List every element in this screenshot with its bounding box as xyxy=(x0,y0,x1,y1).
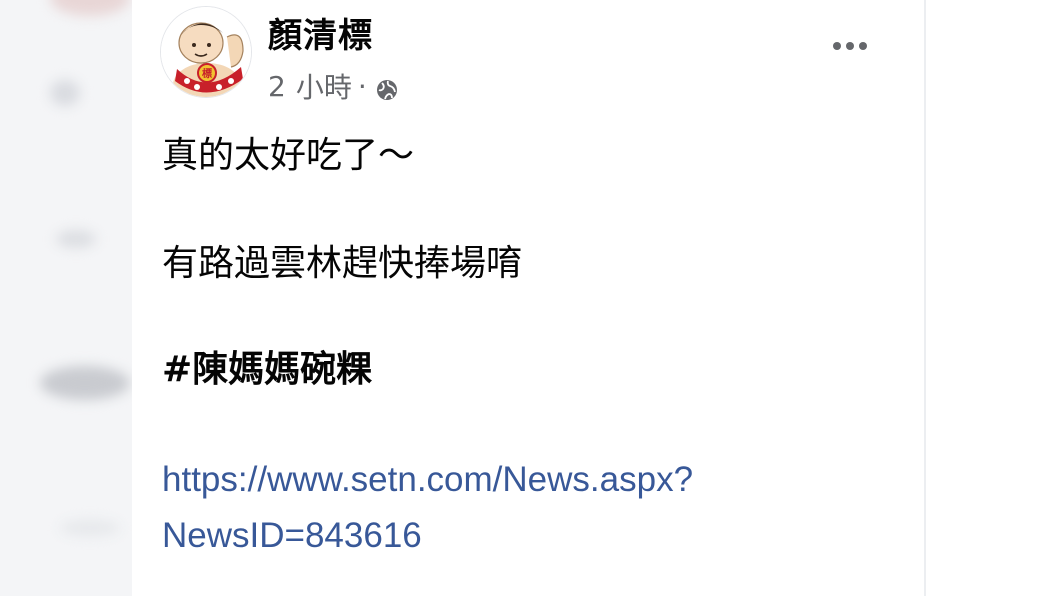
left-background-column xyxy=(0,0,132,596)
post-text-line: 有路過雲林趕快捧場唷 xyxy=(162,243,523,284)
blurred-content xyxy=(56,230,96,248)
news-url-link[interactable]: https://www.setn.com/News.aspx? NewsID=8… xyxy=(162,452,862,564)
blurred-content xyxy=(40,366,130,400)
dot xyxy=(846,42,854,50)
hashtag-link[interactable]: #陳媽媽碗粿 xyxy=(162,340,372,392)
time-unit[interactable]: 小時 xyxy=(296,66,352,106)
blurred-avatar xyxy=(50,0,130,16)
author-avatar[interactable]: 標 xyxy=(160,6,252,98)
globe-icon[interactable] xyxy=(375,78,399,102)
dot xyxy=(833,42,841,50)
avatar-illustration-icon: 標 xyxy=(161,7,251,97)
facebook-post: 標 顏清標 2 小時 · 真的太好吃了～ 有路過雲林趕快捧場唷 #陳媽媽碗粿 h… xyxy=(132,0,924,596)
dot xyxy=(859,42,867,50)
blurred-content xyxy=(50,80,80,106)
url-line-2: NewsID=843616 xyxy=(162,516,422,555)
post-meta: 2 小時 · xyxy=(268,66,399,106)
card-border xyxy=(924,0,926,596)
meta-separator: · xyxy=(357,69,367,103)
svg-text:標: 標 xyxy=(202,67,212,80)
author-name[interactable]: 顏清標 xyxy=(268,8,373,57)
post-text-line: 真的太好吃了～ xyxy=(162,135,415,176)
more-options-icon[interactable] xyxy=(826,34,874,58)
url-line-1: https://www.setn.com/News.aspx? xyxy=(162,460,694,499)
time-value[interactable]: 2 xyxy=(268,70,286,103)
blurred-content xyxy=(60,520,120,536)
